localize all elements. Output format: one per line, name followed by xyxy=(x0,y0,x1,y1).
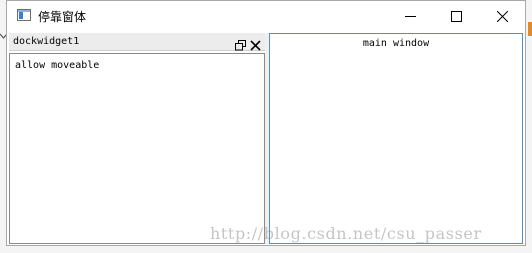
close-button[interactable] xyxy=(479,1,525,31)
dock-widget-content: allow moveable xyxy=(9,53,265,244)
dock-float-button[interactable] xyxy=(235,36,246,51)
window-title: 停靠窗体 xyxy=(38,10,87,24)
dock-close-button[interactable] xyxy=(250,36,261,51)
minimize-icon xyxy=(405,16,416,17)
central-widget-label: main window xyxy=(362,38,430,49)
maximize-button[interactable] xyxy=(433,1,479,31)
central-widget: main window xyxy=(269,33,523,244)
close-icon xyxy=(497,11,508,22)
backdrop-accent-marker xyxy=(528,22,532,36)
main-window: 停靠窗体 dockwidget1 allow moveable main win… xyxy=(6,0,526,246)
close-icon xyxy=(250,40,261,51)
app-icon xyxy=(17,9,31,21)
minimize-button[interactable] xyxy=(387,1,433,31)
dock-widget-titlebar[interactable]: dockwidget1 xyxy=(9,33,265,51)
watermark-text: http://blog.csdn.net/csu_passer xyxy=(210,224,482,243)
maximize-icon xyxy=(451,11,462,22)
float-icon xyxy=(235,40,246,51)
dock-widget: dockwidget1 allow moveable xyxy=(9,33,265,244)
dock-content-label: allow moveable xyxy=(15,60,100,71)
dock-widget-title: dockwidget1 xyxy=(13,36,80,47)
window-titlebar[interactable]: 停靠窗体 xyxy=(7,1,525,31)
